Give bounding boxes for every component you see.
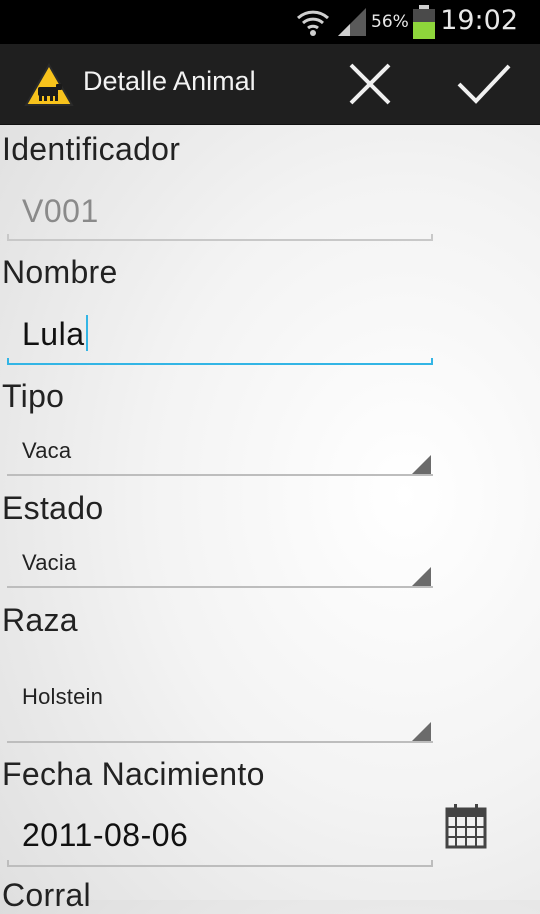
identificador-field: V001 — [7, 188, 433, 241]
fecha-nacimiento-field[interactable]: 2011-08-06 — [7, 812, 433, 867]
action-bar: Detalle Animal — [0, 44, 540, 125]
check-icon — [457, 64, 511, 104]
calendar-icon[interactable] — [444, 803, 488, 853]
fecha-nacimiento-value: 2011-08-06 — [22, 817, 189, 853]
tipo-value: Vaca — [22, 438, 72, 463]
cancel-button[interactable] — [330, 44, 410, 124]
corral-label: Corral — [2, 877, 91, 913]
battery-percent: 56% — [371, 12, 409, 32]
identificador-value: V001 — [22, 193, 99, 229]
dropdown-arrow-icon — [412, 455, 431, 474]
nombre-value: Lula — [22, 316, 85, 352]
nombre-input[interactable]: Lula — [7, 310, 433, 365]
close-icon — [349, 63, 391, 105]
estado-label: Estado — [2, 490, 104, 526]
identificador-label: Identificador — [2, 131, 181, 167]
estado-value: Vacia — [22, 550, 77, 575]
text-cursor — [85, 315, 88, 351]
dropdown-arrow-icon — [412, 567, 431, 586]
battery-icon — [412, 5, 436, 43]
confirm-button[interactable] — [444, 44, 524, 124]
estado-spinner[interactable]: Vacia — [7, 542, 433, 590]
raza-value: Holstein — [22, 684, 104, 709]
fecha-nacimiento-label: Fecha Nacimiento — [2, 756, 265, 792]
screen-title: Detalle Animal — [83, 66, 256, 96]
clock: 19:02 — [440, 5, 518, 36]
raza-spinner[interactable]: Holstein — [7, 660, 433, 745]
tipo-spinner[interactable]: Vaca — [7, 430, 433, 478]
wifi-icon — [296, 6, 330, 42]
signal-icon — [336, 6, 368, 42]
dropdown-arrow-icon — [412, 722, 431, 741]
status-bar: 56% 19:02 — [0, 0, 540, 44]
nombre-label: Nombre — [2, 254, 118, 290]
cow-warning-icon — [24, 62, 74, 111]
tipo-label: Tipo — [2, 378, 65, 414]
raza-label: Raza — [2, 602, 78, 638]
